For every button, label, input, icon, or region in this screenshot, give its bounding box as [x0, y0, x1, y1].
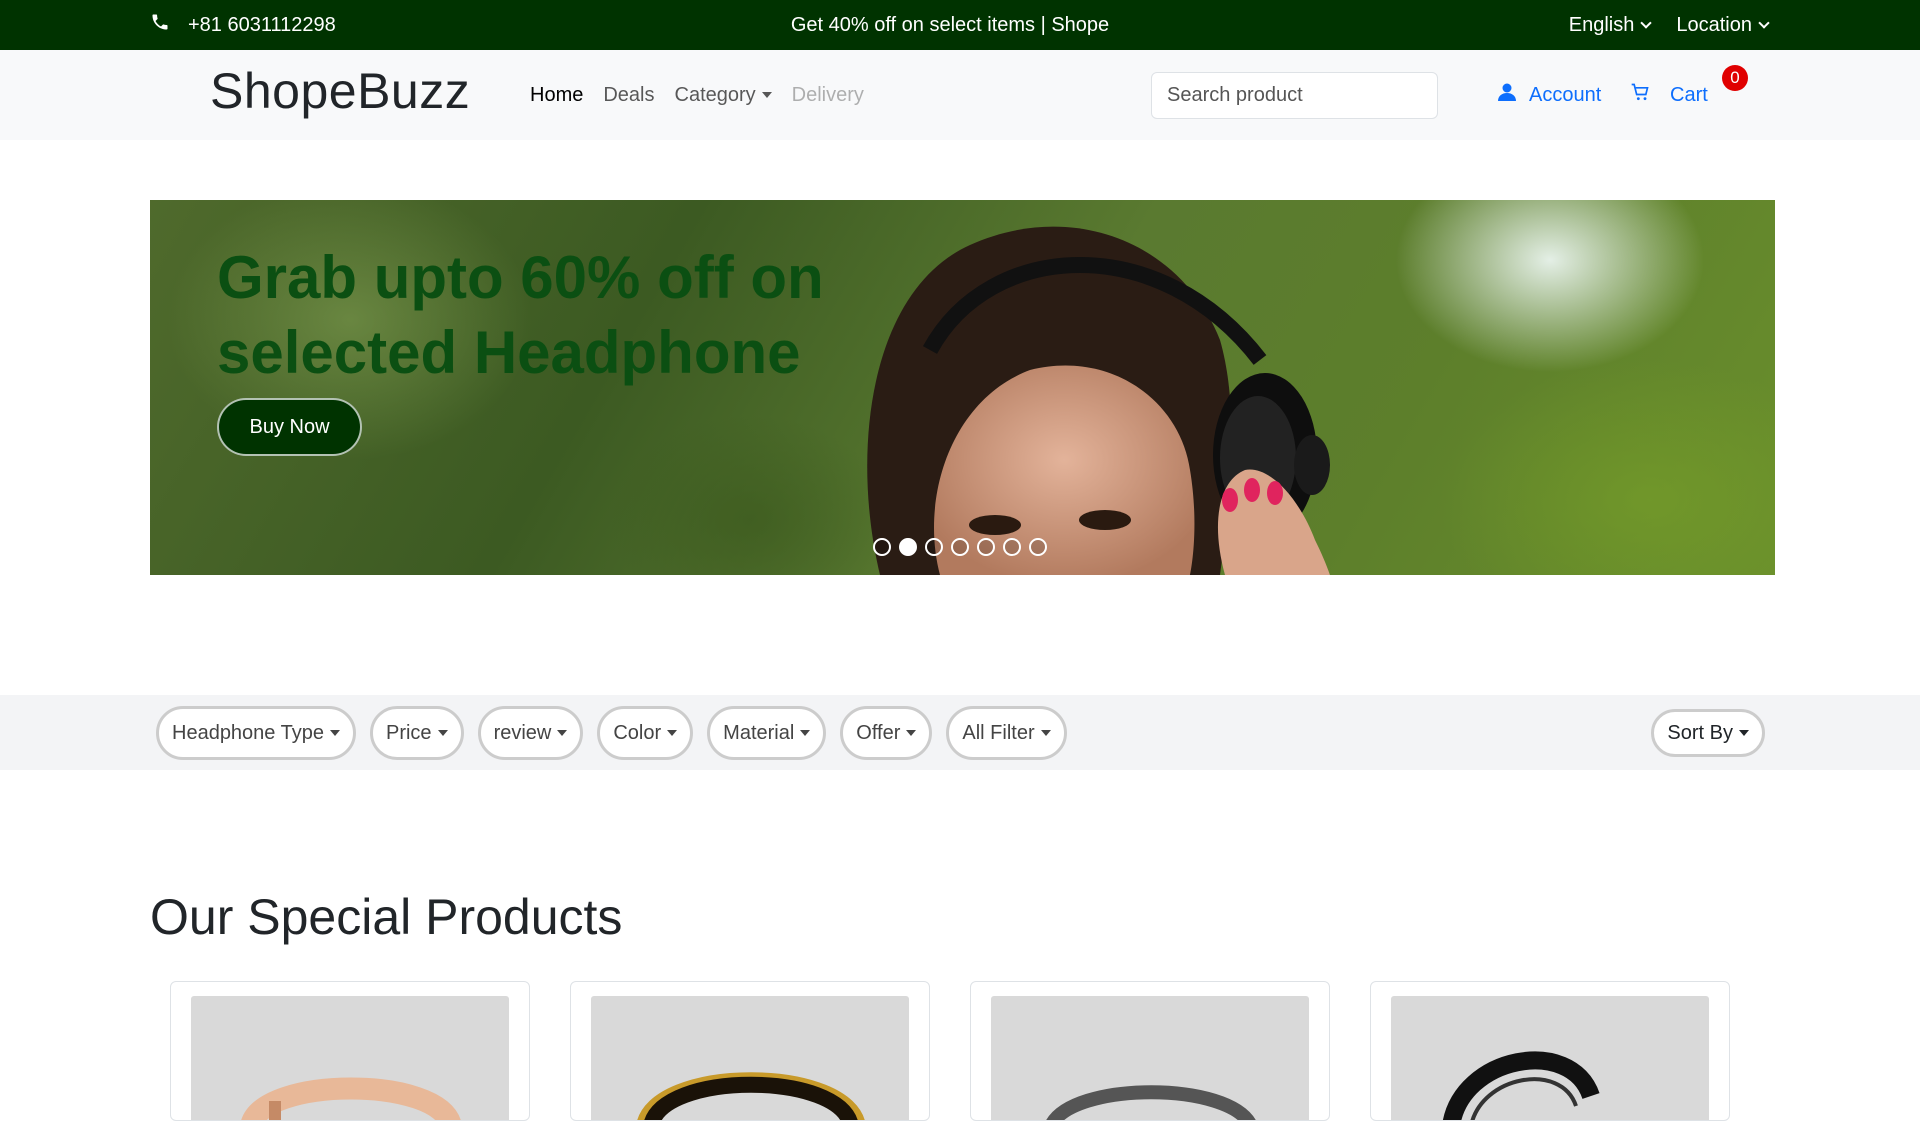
caret-down-icon: [1040, 730, 1051, 736]
account-link[interactable]: Account: [1497, 50, 1601, 140]
buy-now-button[interactable]: Buy Now: [217, 398, 362, 456]
carousel-dot[interactable]: [925, 538, 943, 556]
filter-price[interactable]: Price: [369, 706, 464, 760]
user-icon: [1497, 82, 1517, 108]
filter-color[interactable]: Color: [597, 706, 694, 760]
chevron-down-icon: [1758, 17, 1770, 29]
filter-label: Color: [613, 721, 662, 744]
location-label: Location: [1676, 13, 1752, 36]
product-image: [991, 996, 1309, 1120]
section-title: Our Special Products: [150, 889, 623, 945]
caret-down-icon: [557, 730, 568, 736]
carousel-dot[interactable]: [1029, 538, 1047, 556]
product-card[interactable]: [1370, 981, 1730, 1121]
filter-label: Price: [385, 721, 432, 744]
cart-icon: [1630, 82, 1650, 108]
nav-deals-link[interactable]: Deals: [603, 84, 654, 107]
location-dropdown[interactable]: Location: [1676, 13, 1770, 37]
hero-title: Grab upto 60% off on selected Headphone: [217, 240, 917, 390]
filter-label: review: [493, 721, 552, 744]
nav-category-dropdown[interactable]: Category: [675, 84, 772, 107]
filter-label: Headphone Type: [172, 721, 324, 744]
carousel-dot-active[interactable]: [899, 538, 917, 556]
filter-material[interactable]: Material: [707, 706, 827, 760]
nav-links: Home Deals Category Delivery: [530, 50, 864, 140]
product-image: [591, 996, 909, 1120]
product-card[interactable]: [170, 981, 530, 1121]
caret-down-icon: [906, 730, 917, 736]
hero-title-line-2: selected Headphone: [217, 319, 801, 386]
product-card[interactable]: [570, 981, 930, 1121]
product-card[interactable]: [970, 981, 1330, 1121]
headphone-peach-icon: [241, 1077, 461, 1120]
product-image: [1391, 996, 1709, 1120]
carousel-dot[interactable]: [951, 538, 969, 556]
account-label: Account: [1529, 83, 1602, 106]
search-input[interactable]: [1151, 72, 1438, 119]
caret-down-icon: [800, 730, 811, 736]
filter-review[interactable]: review: [477, 706, 584, 760]
nav-home-link[interactable]: Home: [530, 84, 583, 107]
carousel-dot[interactable]: [873, 538, 891, 556]
language-dropdown[interactable]: English: [1568, 13, 1653, 37]
language-label: English: [1568, 13, 1635, 36]
filter-all[interactable]: All Filter: [946, 706, 1067, 760]
chevron-down-icon: [1640, 17, 1653, 29]
top-bar: +81 6031112298 Get 40% off on select ite…: [0, 0, 1920, 50]
filter-label: Offer: [856, 721, 901, 744]
filter-label: Material: [723, 721, 795, 744]
brand-logo[interactable]: ShopeBuzz: [210, 62, 470, 120]
hero-title-line-1: Grab upto 60% off on: [217, 244, 824, 311]
main-navbar: ShopeBuzz Home Deals Category Delivery A…: [0, 50, 1920, 140]
sort-by-dropdown[interactable]: Sort By: [1651, 709, 1765, 757]
filter-bar: Headphone Type Price review Color Materi…: [0, 695, 1920, 770]
carousel-indicators: [873, 538, 1047, 556]
headphone-grey-icon: [1046, 1085, 1256, 1120]
cart-count-badge: 0: [1722, 65, 1748, 91]
caret-down-icon: [1739, 730, 1749, 736]
hero-carousel[interactable]: Grab upto 60% off on selected Headphone …: [150, 200, 1775, 575]
filter-headphone-type[interactable]: Headphone Type: [156, 706, 356, 760]
caret-down-icon: [761, 92, 772, 98]
headphone-black-icon: [1443, 1051, 1600, 1120]
caret-down-icon: [437, 730, 448, 736]
carousel-dot[interactable]: [977, 538, 995, 556]
headphone-gold-icon: [637, 1072, 865, 1120]
filter-label: All Filter: [962, 721, 1035, 744]
filter-offer[interactable]: Offer: [840, 706, 933, 760]
nav-delivery-link: Delivery: [791, 83, 864, 106]
cart-link[interactable]: Cart: [1630, 50, 1708, 140]
caret-down-icon: [667, 730, 678, 736]
nav-category-label: Category: [674, 83, 756, 106]
cart-label: Cart: [1670, 83, 1708, 106]
sort-label: Sort By: [1667, 721, 1733, 744]
carousel-dot[interactable]: [1003, 538, 1021, 556]
caret-down-icon: [329, 730, 340, 736]
product-grid: [170, 981, 1730, 1121]
product-image: [191, 996, 509, 1120]
